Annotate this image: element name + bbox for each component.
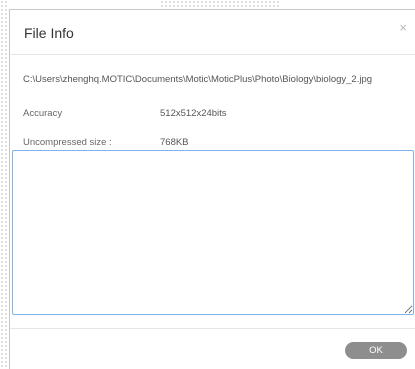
- dialog-title-bar[interactable]: File Info ×: [10, 10, 415, 55]
- dialog-title: File Info: [24, 25, 74, 41]
- ok-button[interactable]: OK: [345, 342, 407, 359]
- accuracy-value: 512x512x24bits: [160, 108, 227, 119]
- close-icon[interactable]: ×: [399, 20, 407, 35]
- notes-textarea[interactable]: [12, 150, 414, 315]
- file-info-dialog: File Info × C:\Users\zhenghq.MOTIC\Docum…: [9, 9, 415, 369]
- accuracy-row: Accuracy 512x512x24bits: [23, 108, 227, 119]
- file-path: C:\Users\zhenghq.MOTIC\Documents\Motic\M…: [23, 74, 373, 85]
- uncompressed-size-row: Uncompressed size : 768KB: [23, 137, 189, 148]
- page: File Info × C:\Users\zhenghq.MOTIC\Docum…: [0, 0, 415, 369]
- uncompressed-size-value: 768KB: [160, 137, 189, 148]
- footer-divider: [10, 328, 415, 329]
- background-dots: [160, 0, 280, 8]
- accuracy-label: Accuracy: [23, 108, 63, 119]
- background-dots: [0, 0, 8, 369]
- uncompressed-size-label: Uncompressed size :: [23, 137, 112, 148]
